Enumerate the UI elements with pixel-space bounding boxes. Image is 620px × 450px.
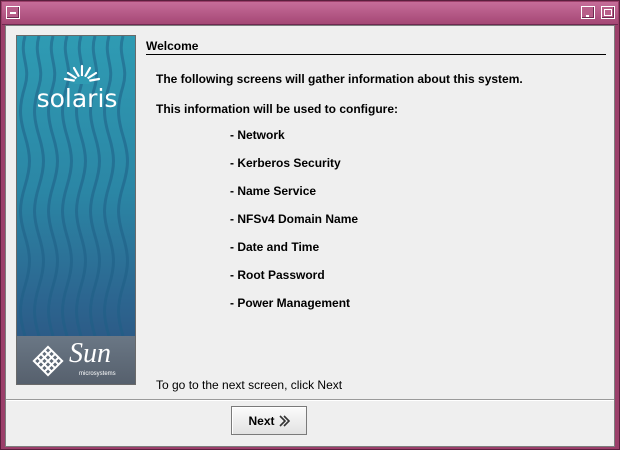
next-button-label: Next [248, 413, 275, 428]
sun-rays-icon [63, 64, 101, 84]
list-item: - Root Password [230, 268, 325, 282]
list-item: - Power Management [230, 296, 351, 310]
sun-microsystems-logo: Sun microsystems [17, 336, 135, 384]
config-items-list: - Network - Kerberos Security - Name Ser… [230, 127, 358, 323]
title-bar[interactable] [2, 2, 618, 25]
solaris-side-banner: solaris Sun microsystems [16, 35, 136, 385]
installer-window: solaris Sun microsystems Welcome The fol… [0, 0, 620, 450]
page-title: Welcome [146, 39, 199, 53]
footer-hint: To go to the next screen, click Next [156, 378, 343, 392]
list-item: - Name Service [230, 184, 317, 198]
solaris-logo: solaris [36, 84, 118, 113]
list-item: - Kerberos Security [230, 156, 341, 170]
intro-text: The following screens will gather inform… [156, 72, 523, 86]
window-menu-icon[interactable] [6, 6, 20, 19]
chevron-right-icon [278, 414, 290, 427]
list-item: - Network [230, 128, 285, 142]
next-button[interactable]: Next [231, 406, 307, 435]
list-item: - Date and Time [230, 240, 320, 254]
sun-wordmark: Sun [69, 338, 111, 369]
maximize-icon[interactable] [601, 6, 615, 19]
minimize-icon[interactable] [581, 6, 595, 19]
sun-diamond-icon [32, 345, 64, 377]
wizard-content: solaris Sun microsystems Welcome The fol… [5, 25, 615, 447]
config-intro-text: This information will be used to configu… [156, 102, 399, 116]
footer-separator [6, 399, 614, 401]
microsystems-label: microsystems [79, 371, 116, 377]
title-divider [146, 54, 606, 55]
list-item: - NFSv4 Domain Name [230, 212, 359, 226]
